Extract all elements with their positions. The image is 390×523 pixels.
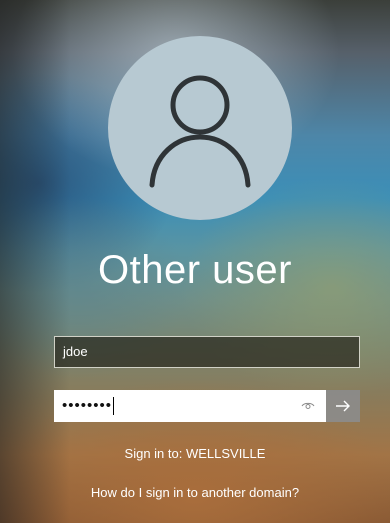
avatar [108,36,292,220]
username-field[interactable]: jdoe [54,336,360,368]
password-row: •••••••• [54,390,360,422]
submit-button[interactable] [326,390,360,422]
text-caret [113,397,115,416]
eye-icon[interactable] [300,399,316,413]
password-field[interactable]: •••••••• [54,390,326,422]
lock-screen: Other user jdoe •••••••• Sign in to: WEL… [0,0,390,523]
account-name: Other user [98,248,292,292]
password-value: •••••••• [62,397,113,414]
other-domain-link[interactable]: How do I sign in to another domain? [0,485,390,500]
sign-in-domain-label: Sign in to: WELLSVILLE [124,446,266,461]
person-icon [149,75,251,188]
arrow-right-icon [336,400,350,412]
